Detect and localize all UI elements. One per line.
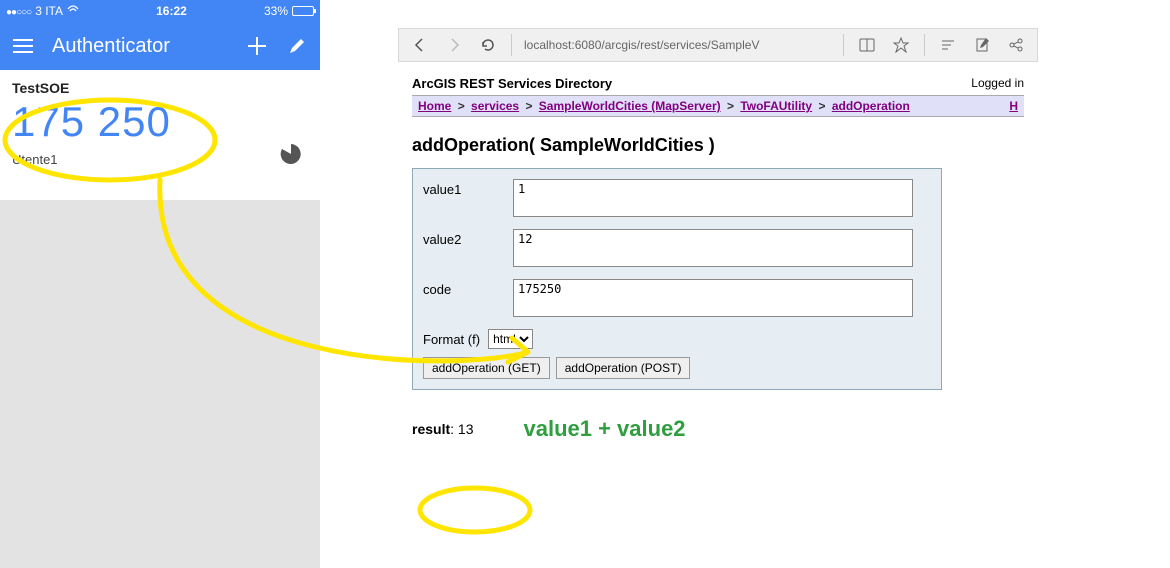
back-button[interactable] — [405, 32, 435, 58]
bc-tail[interactable]: H — [1009, 99, 1018, 113]
entry-user: Utente1 — [12, 152, 308, 167]
label-value1: value1 — [423, 179, 513, 197]
reload-button[interactable] — [473, 32, 503, 58]
add-icon[interactable] — [246, 35, 268, 57]
directory-title: ArcGIS REST Services Directory — [412, 76, 612, 91]
operation-form: value1 value2 code Format (f) html addOp… — [412, 168, 942, 390]
input-value2[interactable] — [513, 229, 913, 267]
bc-services[interactable]: services — [471, 99, 519, 113]
menu-icon[interactable] — [12, 35, 34, 57]
favorite-icon[interactable] — [886, 32, 916, 58]
authenticator-app: ●●○○○ 3 ITA 16:22 33% Authenticator — [0, 0, 320, 568]
entry-code: 175 250 — [12, 98, 308, 146]
breadcrumb: Home > services > SampleWorldCities (Map… — [412, 95, 1024, 117]
input-value1[interactable] — [513, 179, 913, 217]
bc-home[interactable]: Home — [418, 99, 451, 113]
label-code: code — [423, 279, 513, 297]
bc-op[interactable]: addOperation — [832, 99, 910, 113]
battery-icon — [292, 6, 314, 16]
edit-icon[interactable] — [286, 35, 308, 57]
login-status: Logged in — [971, 76, 1024, 91]
label-format: Format (f) — [423, 332, 480, 347]
annotation-formula: value1 + value2 — [523, 416, 685, 442]
browser-nav-bar — [398, 28, 1038, 62]
carrier-label: 3 ITA — [35, 4, 63, 18]
select-format[interactable]: html — [488, 329, 533, 349]
app-bar: Authenticator — [0, 22, 320, 70]
wifi-icon — [67, 4, 79, 18]
notes-icon[interactable] — [967, 32, 997, 58]
entry-name: TestSOE — [12, 80, 308, 96]
share-icon[interactable] — [1001, 32, 1031, 58]
bc-layer[interactable]: SampleWorldCities (MapServer) — [539, 99, 721, 113]
app-title: Authenticator — [52, 35, 228, 58]
browser-window: ArcGIS REST Services Directory Logged in… — [398, 28, 1038, 442]
phone-status-bar: ●●○○○ 3 ITA 16:22 33% — [0, 0, 320, 22]
url-input[interactable] — [520, 33, 835, 57]
reading-list-icon[interactable] — [852, 32, 882, 58]
battery-pct: 33% — [264, 4, 288, 18]
totp-entry[interactable]: TestSOE 175 250 Utente1 — [0, 70, 320, 175]
bc-util[interactable]: TwoFAUtility — [740, 99, 812, 113]
countdown-icon — [280, 143, 302, 165]
input-code[interactable] — [513, 279, 913, 317]
result-text: result: 13 — [412, 421, 473, 437]
btn-get[interactable]: addOperation (GET) — [423, 357, 550, 379]
operation-title: addOperation( SampleWorldCities ) — [412, 135, 1024, 156]
signal-dots-icon: ●●○○○ — [6, 4, 31, 18]
hub-icon[interactable] — [933, 32, 963, 58]
btn-post[interactable]: addOperation (POST) — [556, 357, 691, 379]
label-value2: value2 — [423, 229, 513, 247]
forward-button[interactable] — [439, 32, 469, 58]
page-body: ArcGIS REST Services Directory Logged in… — [398, 62, 1038, 442]
status-time: 16:22 — [85, 4, 258, 18]
